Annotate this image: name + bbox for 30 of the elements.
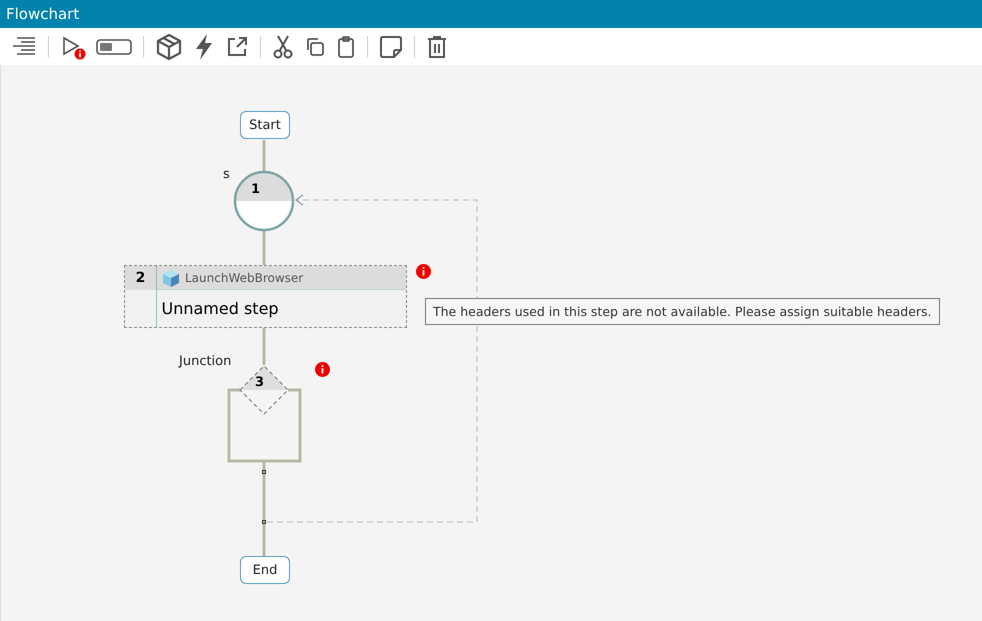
junction-label: Junction xyxy=(179,354,232,369)
step-label: s xyxy=(223,167,230,182)
start-node[interactable]: Start xyxy=(240,111,290,139)
window-title: Flowchart xyxy=(6,5,80,23)
lightning-icon xyxy=(193,32,215,60)
step-number: 1 xyxy=(251,182,260,197)
play-icon xyxy=(60,34,86,60)
error-icon[interactable] xyxy=(416,264,431,279)
action-step[interactable]: 2 LaunchWebBrowser Unnamed step xyxy=(124,265,407,328)
connector-line xyxy=(262,328,266,365)
cube-icon xyxy=(161,268,181,288)
junction-number: 3 xyxy=(255,375,264,390)
step-circle xyxy=(234,170,294,232)
sticky-note-icon xyxy=(379,34,403,58)
step-number: 2 xyxy=(125,266,157,290)
error-icon[interactable] xyxy=(315,362,330,377)
scissors-icon xyxy=(272,34,294,60)
copy-icon xyxy=(304,36,326,58)
junction-diamond xyxy=(239,365,289,415)
toggle-icon xyxy=(96,36,132,56)
connector-line xyxy=(262,231,266,265)
box-icon xyxy=(155,32,183,60)
action-name: LaunchWebBrowser xyxy=(185,270,304,284)
end-node[interactable]: End xyxy=(240,556,290,584)
clipboard-icon xyxy=(336,34,356,58)
external-link-icon xyxy=(225,34,249,58)
trash-icon xyxy=(426,34,448,58)
step-name: Unnamed step xyxy=(156,290,406,327)
connector-line xyxy=(262,140,266,172)
tooltip: The headers used in this step are not available. Please assign suitable headers. xyxy=(425,298,940,325)
